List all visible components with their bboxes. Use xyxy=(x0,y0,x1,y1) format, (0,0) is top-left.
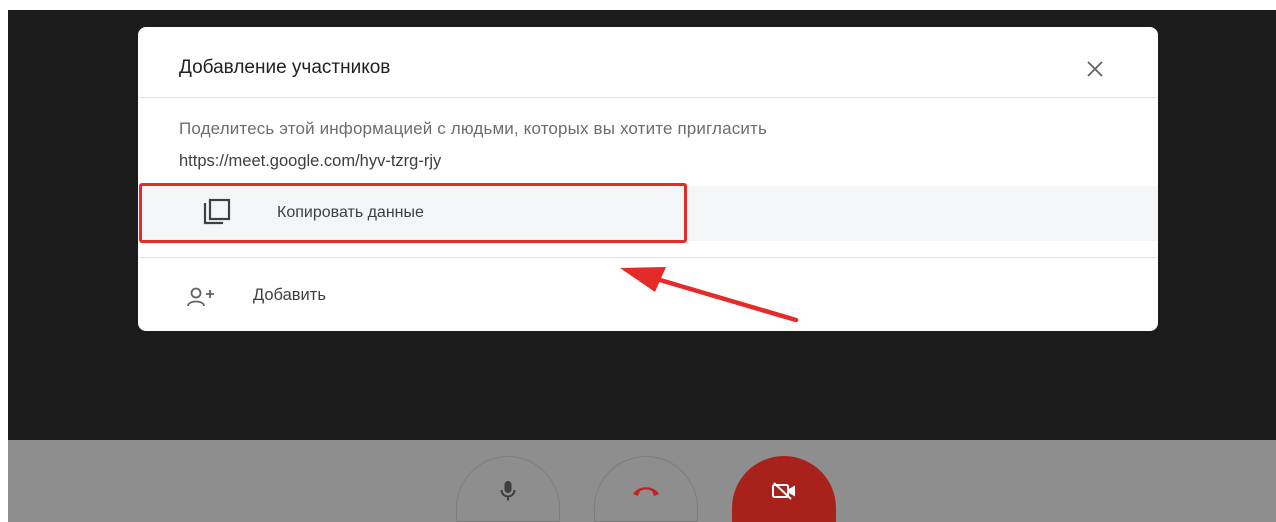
copy-joining-info-label: Копировать данные xyxy=(277,204,424,221)
header-divider xyxy=(138,97,1158,98)
close-button[interactable] xyxy=(1080,54,1110,84)
dialog-title: Добавление участников xyxy=(179,57,391,78)
person-add-icon xyxy=(187,287,214,307)
copy-icon xyxy=(203,198,231,225)
hang-up-icon xyxy=(633,487,659,496)
camera-off-icon xyxy=(772,482,795,500)
add-people-label: Добавить xyxy=(253,286,326,304)
copy-joining-info-button[interactable]: Копировать данные xyxy=(138,186,1158,241)
share-info-text: Поделитесь этой информацией с людьми, ко… xyxy=(179,119,767,138)
annotation-arrow xyxy=(620,267,799,323)
meeting-link: https://meet.google.com/hyv-tzrg-rjy xyxy=(179,152,442,170)
add-people-button[interactable]: Добавить xyxy=(138,277,558,317)
close-icon xyxy=(1087,61,1103,77)
microphone-icon xyxy=(500,481,516,501)
